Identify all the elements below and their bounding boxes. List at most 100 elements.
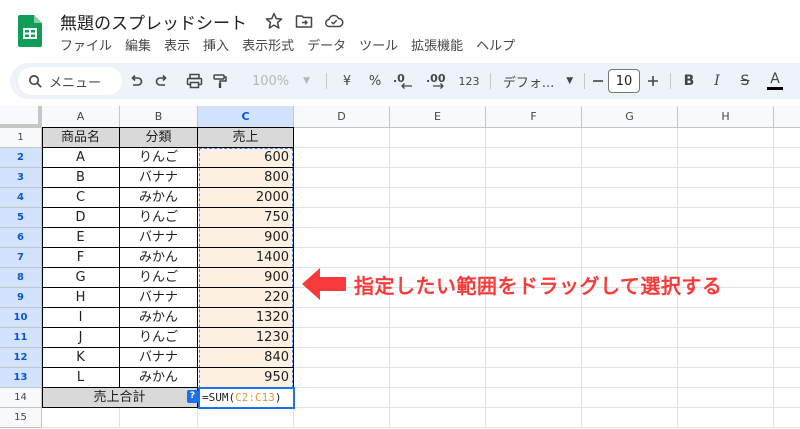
- font-size-input[interactable]: 10: [608, 69, 640, 93]
- menu-item[interactable]: ツール: [359, 37, 405, 57]
- annotation-text: 指定したい範囲をドラッグして選択する: [354, 274, 723, 298]
- percent-format-button[interactable]: %: [364, 63, 386, 99]
- menu-search-button[interactable]: メニュー: [18, 67, 122, 95]
- currency-label: ¥: [342, 73, 352, 89]
- italic-button[interactable]: I: [706, 63, 728, 99]
- font-family-value: デフォ...: [502, 75, 555, 91]
- left-arrow-icon: [302, 268, 346, 300]
- column-header-g[interactable]: G: [582, 106, 678, 128]
- cloud-saved-icon[interactable]: [324, 11, 344, 31]
- sheets-logo-icon[interactable]: [18, 15, 42, 47]
- text-color-bar: [767, 87, 783, 90]
- formula-range: C2:C13: [235, 391, 275, 404]
- document-title[interactable]: 無題のスプレッドシート: [60, 9, 247, 34]
- menu-item[interactable]: データ: [307, 37, 353, 57]
- table-line: [42, 227, 294, 228]
- zoom-select[interactable]: 100% ▼: [246, 63, 316, 99]
- strikethrough-button[interactable]: S: [734, 63, 756, 99]
- strikethrough-label: S: [740, 73, 750, 89]
- formula-cell-editor[interactable]: =SUM(C2:C13): [198, 387, 295, 409]
- minus-icon: [593, 80, 603, 82]
- column-header-e[interactable]: E: [390, 106, 486, 128]
- table-line: [42, 367, 294, 368]
- text-color-button[interactable]: A: [764, 63, 786, 99]
- italic-label: I: [714, 73, 720, 89]
- zoom-dropdown-icon: ▼: [303, 76, 311, 86]
- print-icon: [186, 73, 202, 89]
- decrease-decimal-button[interactable]: .0: [390, 63, 418, 99]
- row-header-10[interactable]: 10: [0, 308, 42, 328]
- menu-bar: ファイル 編集 表示 挿入 表示形式 データ ツール 拡張機能 ヘルプ: [60, 37, 528, 57]
- row-header-14[interactable]: 14: [0, 388, 42, 408]
- svg-text:.0: .0: [393, 73, 405, 85]
- star-icon[interactable]: [264, 11, 284, 31]
- plus-icon: [648, 76, 658, 86]
- paint-format-icon: [213, 74, 227, 88]
- table-line: [42, 247, 294, 248]
- row-header-3[interactable]: 3: [0, 168, 42, 188]
- table-line: [42, 307, 294, 308]
- menu-item[interactable]: 編集: [125, 37, 158, 57]
- table-line: [42, 287, 294, 288]
- currency-format-button[interactable]: ¥: [336, 63, 358, 99]
- menu-item[interactable]: 挿入: [203, 37, 236, 57]
- increase-decimal-button[interactable]: .00: [424, 63, 452, 99]
- move-folder-icon[interactable]: [294, 11, 314, 31]
- column-header-h[interactable]: H: [678, 106, 774, 128]
- menu-item[interactable]: ヘルプ: [476, 37, 522, 57]
- font-size-increase-button[interactable]: [644, 63, 662, 99]
- increase-decimal-icon: .00: [426, 73, 446, 89]
- search-icon: [29, 74, 42, 88]
- redo-button[interactable]: [150, 63, 174, 99]
- row-header-13[interactable]: 13: [0, 368, 42, 388]
- table-line: [42, 167, 294, 168]
- formula-help-button[interactable]: ?: [187, 390, 198, 403]
- column-header-d[interactable]: D: [294, 106, 390, 128]
- row-header-4[interactable]: 4: [0, 188, 42, 208]
- font-dropdown-icon: ▼: [566, 76, 574, 86]
- menu-item[interactable]: 表示: [164, 37, 197, 57]
- percent-label: %: [368, 73, 382, 89]
- column-header-b[interactable]: B: [120, 106, 198, 128]
- row-header-6[interactable]: 6: [0, 228, 42, 248]
- number-format-label: 123: [458, 74, 480, 88]
- table-line: [42, 327, 294, 328]
- font-family-select[interactable]: デフォ... ▼: [498, 63, 578, 99]
- font-size-decrease-button[interactable]: [590, 63, 606, 99]
- menu-item[interactable]: 表示形式: [242, 37, 301, 57]
- row-header-8[interactable]: 8: [0, 268, 42, 288]
- column-header-c[interactable]: C: [198, 106, 294, 128]
- select-all-corner[interactable]: [0, 106, 42, 128]
- print-button[interactable]: [182, 63, 206, 99]
- undo-button[interactable]: [124, 63, 148, 99]
- undo-icon: [131, 74, 143, 86]
- menu-item[interactable]: ファイル: [60, 37, 119, 57]
- table-line: [42, 187, 294, 188]
- row-header-12[interactable]: 12: [0, 348, 42, 368]
- row-header-7[interactable]: 7: [0, 248, 42, 268]
- table-line: [42, 207, 294, 208]
- zoom-value: 100%: [251, 73, 290, 89]
- table-line: [42, 267, 294, 268]
- menu-search-label: メニュー: [49, 75, 102, 91]
- bold-label: B: [683, 73, 695, 89]
- menu-item[interactable]: 拡張機能: [411, 37, 470, 57]
- row-header-15[interactable]: 15: [0, 408, 42, 428]
- paint-format-button[interactable]: [208, 63, 232, 99]
- redo-icon: [155, 74, 167, 86]
- gridline: [42, 427, 800, 428]
- column-header-overflow[interactable]: [774, 106, 800, 128]
- row-header-11[interactable]: 11: [0, 328, 42, 348]
- decrease-decimal-icon: .0: [393, 73, 412, 89]
- row-header-1[interactable]: 1: [0, 128, 42, 148]
- row-header-2[interactable]: 2: [0, 148, 42, 168]
- number-format-button[interactable]: 123: [456, 63, 482, 99]
- bold-button[interactable]: B: [678, 63, 700, 99]
- column-header-f[interactable]: F: [486, 106, 582, 128]
- row-header-5[interactable]: 5: [0, 208, 42, 228]
- table-line: [42, 347, 294, 348]
- column-header-a[interactable]: A: [42, 106, 120, 128]
- formula-suffix: ): [274, 391, 282, 404]
- text-color-label: A: [770, 71, 780, 87]
- row-header-9[interactable]: 9: [0, 288, 42, 308]
